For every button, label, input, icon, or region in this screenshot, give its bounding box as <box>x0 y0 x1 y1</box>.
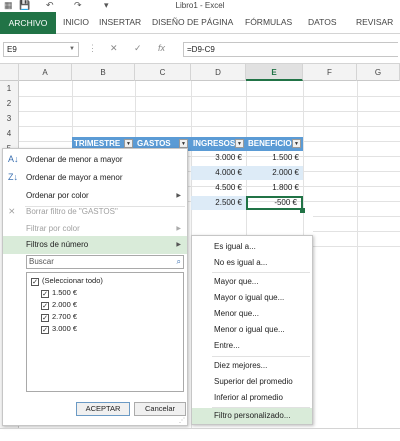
column-header-g[interactable]: G <box>357 64 400 81</box>
chevron-down-icon[interactable]: ▼ <box>69 43 75 56</box>
name-box[interactable]: E9 ▼ <box>3 42 79 57</box>
menu-item-equals[interactable]: Es igual a... <box>192 239 312 255</box>
tab-formulas[interactable]: FÓRMULAS <box>245 17 292 27</box>
tab-home[interactable]: INICIO <box>63 17 89 27</box>
table-cell-ingresos[interactable]: 4.500 € <box>191 181 246 195</box>
search-input[interactable]: Buscar ⌕ <box>26 255 184 269</box>
gridline <box>357 81 358 428</box>
filter-active-icon[interactable]: ▼ <box>179 139 188 148</box>
tab-review[interactable]: REVISAR <box>356 17 393 27</box>
menu-item-sort-ascending[interactable]: A↓ Ordenar de menor a mayor <box>3 151 187 169</box>
checkbox-checked-icon: ✓ <box>41 290 49 298</box>
checkbox-checked-icon: ✓ <box>41 302 49 310</box>
filter-value-list[interactable]: ✓ (Seleccionar todo) ✓ 1.500 € ✓ 2.000 € ✓ 2… <box>26 272 184 392</box>
tab-page-layout[interactable]: DISEÑO DE PÁGINA <box>152 17 233 27</box>
ribbon-tabs: ARCHIVO INICIO INSERTAR DISEÑO DE PÁGINA… <box>0 12 400 34</box>
checkbox-checked-icon: ✓ <box>41 314 49 322</box>
checkbox-value[interactable]: ✓ 2.000 € <box>41 299 77 310</box>
column-header-d[interactable]: D <box>191 64 246 81</box>
row-header-3[interactable]: 3 <box>0 111 19 126</box>
sort-descending-icon: Z↓ <box>8 172 18 182</box>
menu-item-number-filters[interactable]: Filtros de número ▶ <box>3 236 187 254</box>
menu-item-sort-descending[interactable]: Z↓ Ordenar de mayor a menor <box>3 169 187 187</box>
insert-function-icon[interactable]: fx <box>158 43 165 53</box>
filter-dropdown-icon[interactable]: ▼ <box>292 139 301 148</box>
menu-item-not-equals[interactable]: No es igual a... <box>192 255 312 271</box>
menu-item-top-ten[interactable]: Diez mejores... <box>192 358 312 374</box>
column-headers: A B C D E F G <box>0 64 400 81</box>
window-title: Libro1 - Excel <box>175 1 225 10</box>
menu-item-less-than[interactable]: Menor que... <box>192 306 312 322</box>
title-bar: ▦ 💾 ↶ ↷ ▾ Libro1 - Excel <box>0 0 400 12</box>
active-cell-e9[interactable]: -500 € <box>246 196 303 210</box>
menu-item-below-average[interactable]: Inferior al promedio <box>192 390 312 406</box>
checkbox-select-all[interactable]: ✓ (Seleccionar todo) <box>31 275 103 286</box>
tab-file[interactable]: ARCHIVO <box>0 12 56 34</box>
table-cell-ingresos[interactable]: 3.000 € <box>191 151 246 165</box>
row-header-1[interactable]: 1 <box>0 81 19 96</box>
checkbox-checked-icon: ✓ <box>41 326 49 334</box>
column-header-e[interactable]: E <box>246 64 303 81</box>
table-cell-ingresos[interactable]: 4.000 € <box>191 166 246 180</box>
menu-separator <box>212 272 310 273</box>
clear-filter-icon: ⨯ <box>8 206 16 216</box>
chevron-right-icon: ▶ <box>176 242 181 248</box>
column-header-c[interactable]: C <box>135 64 191 81</box>
resize-grip-icon[interactable]: ⋰ <box>179 417 185 424</box>
gridline <box>19 96 400 97</box>
table-header-beneficio: BENEFICIO ▼ <box>246 137 303 151</box>
search-icon: ⌕ <box>176 257 181 266</box>
gridline <box>19 126 400 127</box>
menu-item-clear-filter[interactable]: ⨯ Borrar filtro de "GASTOS" <box>3 203 187 221</box>
number-filters-submenu: Es igual a... No es igual a... Mayor que… <box>191 235 313 425</box>
table-cell-beneficio[interactable]: 2.000 € <box>246 166 303 180</box>
filter-dropdown-icon[interactable]: ▼ <box>235 139 244 148</box>
column-header-b[interactable]: B <box>72 64 135 81</box>
checkbox-checked-icon: ✓ <box>31 278 39 286</box>
row-header-4[interactable]: 4 <box>0 126 19 141</box>
tab-insert[interactable]: INSERTAR <box>99 17 141 27</box>
sort-ascending-icon: A↓ <box>8 154 19 164</box>
gridline <box>19 111 400 112</box>
checkbox-value[interactable]: ✓ 2.700 € <box>41 311 77 322</box>
filter-dropdown-icon[interactable]: ▼ <box>124 139 133 148</box>
table-cell-beneficio[interactable]: 1.500 € <box>246 151 303 165</box>
ok-button[interactable]: ACEPTAR <box>76 402 130 416</box>
cancel-icon[interactable]: ✕ <box>110 43 118 54</box>
sort-filter-menu: A↓ Ordenar de menor a mayor Z↓ Ordenar d… <box>2 148 188 426</box>
table-cell-beneficio[interactable]: 1.800 € <box>246 181 303 195</box>
menu-separator <box>212 356 310 357</box>
cancel-button[interactable]: Cancelar <box>134 402 186 416</box>
menu-item-custom-filter[interactable]: Filtro personalizado... <box>192 408 312 424</box>
row-header-2[interactable]: 2 <box>0 96 19 111</box>
select-all-corner[interactable] <box>0 64 19 81</box>
menu-item-greater-than[interactable]: Mayor que... <box>192 274 312 290</box>
menu-item-above-average[interactable]: Superior del promedio <box>192 374 312 390</box>
sheet-bottom-edge <box>0 428 400 441</box>
menu-item-less-or-equal[interactable]: Menor o igual que... <box>192 322 312 338</box>
formula-input[interactable]: =D9-C9 <box>183 42 398 57</box>
tab-data[interactable]: DATOS <box>308 17 337 27</box>
menu-item-greater-or-equal[interactable]: Mayor o igual que... <box>192 290 312 306</box>
enter-icon[interactable]: ✓ <box>134 43 142 54</box>
fill-handle[interactable] <box>300 208 305 213</box>
table-cell-ingresos[interactable]: 2.500 € <box>191 196 246 210</box>
column-header-a[interactable]: A <box>19 64 72 81</box>
menu-item-between[interactable]: Entre... <box>192 338 312 354</box>
formula-bar: E9 ▼ ⋮ ✕ ✓ fx =D9-C9 <box>0 34 400 64</box>
checkbox-value[interactable]: ✓ 1.500 € <box>41 287 77 298</box>
column-header-f[interactable]: F <box>303 64 357 81</box>
checkbox-value[interactable]: ✓ 3.000 € <box>41 323 77 334</box>
more-icon: ⋮ <box>88 43 97 53</box>
name-box-value: E9 <box>7 45 17 54</box>
